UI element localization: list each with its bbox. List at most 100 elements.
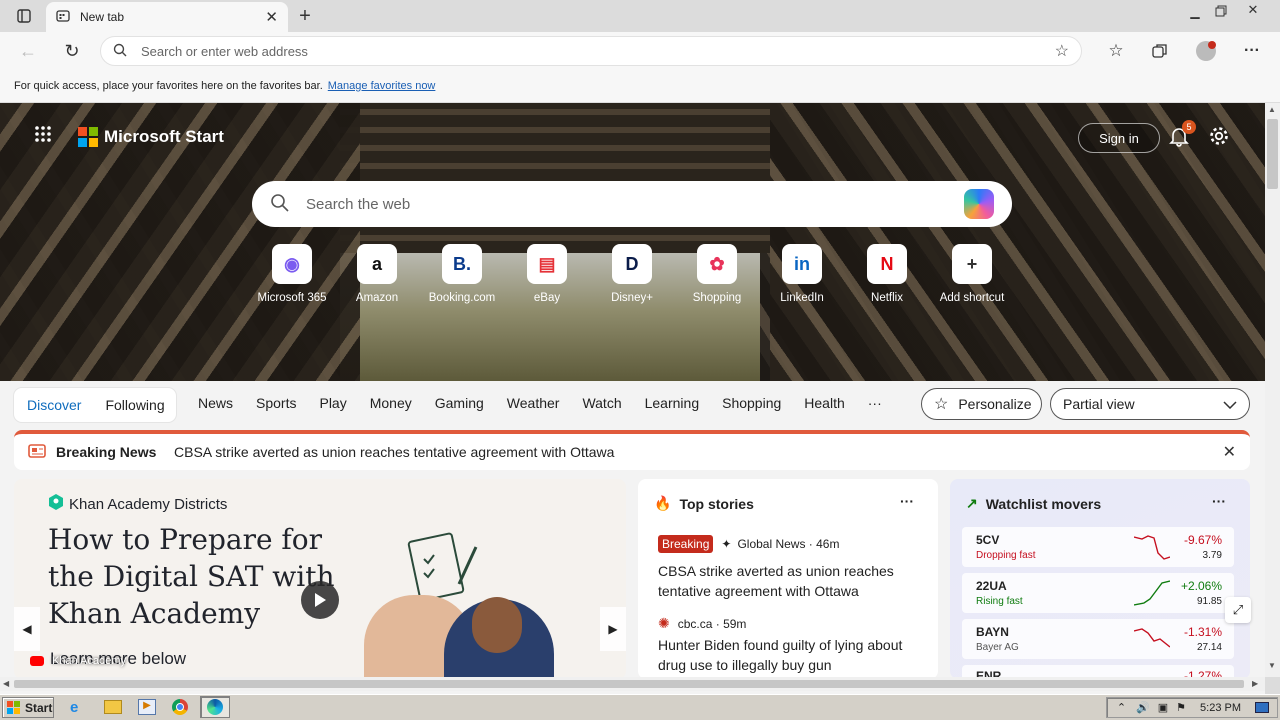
show-desktop-icon[interactable] xyxy=(1255,702,1269,713)
shortcut-booking-com[interactable]: B. Booking.com xyxy=(421,244,503,304)
close-window-icon[interactable]: ✕ xyxy=(1244,2,1262,18)
scroll-left-icon[interactable]: ◀ xyxy=(3,679,9,688)
manage-favorites-link[interactable]: Manage favorites now xyxy=(328,80,436,92)
story-meta: ✺ cbc.ca · 59m xyxy=(658,615,746,632)
address-bar[interactable]: Search or enter web address ☆ xyxy=(100,36,1082,66)
sponsored-video-card[interactable]: Khan Academy Districts How to Prepare fo… xyxy=(14,479,626,679)
carousel-prev-icon[interactable]: ◀ xyxy=(14,607,40,651)
expand-icon[interactable]: ⤢ xyxy=(1225,597,1251,623)
profile-avatar[interactable] xyxy=(1196,41,1216,61)
scroll-up-icon[interactable]: ▲ xyxy=(1268,105,1276,114)
nav-more[interactable]: ··· xyxy=(868,395,882,411)
media-player-icon[interactable]: ▶ xyxy=(138,699,156,715)
scroll-right-icon[interactable]: ▶ xyxy=(1252,679,1258,688)
tab-discover[interactable]: Discover xyxy=(27,397,81,413)
shortcut-microsoft-365[interactable]: ◉ Microsoft 365 xyxy=(251,244,333,304)
edge-icon xyxy=(207,699,223,715)
restore-icon[interactable] xyxy=(1212,3,1230,19)
breaking-news-headline[interactable]: CBSA strike averted as union reaches ten… xyxy=(174,444,1223,460)
khan-brand-name: Khan Academy Districts xyxy=(69,495,228,513)
nav-shopping[interactable]: Shopping xyxy=(722,395,781,411)
clock[interactable]: 5:23 PM xyxy=(1200,702,1241,714)
copilot-icon[interactable] xyxy=(964,189,994,219)
stock-symbol: 22UA xyxy=(976,579,1007,593)
stock-row[interactable]: BAYN Bayer AG -1.31% 27.14 xyxy=(962,619,1234,659)
file-explorer-icon[interactable] xyxy=(104,700,122,714)
story-headline[interactable]: CBSA strike averted as union reaches ten… xyxy=(658,561,928,601)
nav-watch[interactable]: Watch xyxy=(582,395,621,411)
volume-icon[interactable]: 🔊 xyxy=(1136,701,1150,714)
view-select[interactable]: Partial view xyxy=(1050,388,1250,420)
carousel-next-icon[interactable]: ▶ xyxy=(600,607,626,651)
horizontal-scrollbar[interactable]: ◀ ▶ xyxy=(0,677,1265,691)
shortcut-shopping[interactable]: ✿ Shopping xyxy=(676,244,758,304)
breaking-news-icon xyxy=(28,443,46,461)
tray-expand-icon[interactable]: ⌃ xyxy=(1117,701,1126,714)
personalize-button[interactable]: ☆ Personalize xyxy=(921,388,1042,420)
watchlist-more-icon[interactable]: ··· xyxy=(1212,493,1226,509)
stock-symbol: 5CV xyxy=(976,533,1000,547)
global-news-icon: ✦ xyxy=(721,537,732,551)
nav-health[interactable]: Health xyxy=(804,395,844,411)
top-stories-header: 🔥 Top stories xyxy=(654,495,754,512)
back-icon[interactable]: ← xyxy=(18,41,38,61)
shortcut-disney[interactable]: D Disney+ xyxy=(591,244,673,304)
edge-taskbar-button[interactable] xyxy=(200,696,230,718)
settings-gear-icon[interactable] xyxy=(1208,125,1232,149)
shortcut-netflix[interactable]: N Netflix xyxy=(846,244,928,304)
play-button-icon[interactable] xyxy=(301,581,339,619)
khan-brand: Khan Academy Districts xyxy=(48,493,227,515)
story-headline[interactable]: Hunter Biden found guilty of lying about… xyxy=(658,635,928,675)
nav-money[interactable]: Money xyxy=(370,395,412,411)
apps-grid-icon[interactable] xyxy=(34,125,52,148)
nav-gaming[interactable]: Gaming xyxy=(435,395,484,411)
stock-row[interactable]: 5CV Dropping fast -9.67% 3.79 xyxy=(962,527,1234,567)
stock-row[interactable]: 22UA Rising fast +2.06% 91.85 xyxy=(962,573,1234,613)
more-menu-icon[interactable]: ··· xyxy=(1240,41,1264,61)
action-center-flag-icon[interactable]: ⚑ xyxy=(1176,701,1186,714)
tab-title: New tab xyxy=(80,10,125,24)
shortcut-add-shortcut[interactable]: + Add shortcut xyxy=(931,244,1013,304)
collections-icon[interactable] xyxy=(1150,41,1170,61)
minimize-icon[interactable]: ▁ xyxy=(1186,4,1204,20)
windows-logo-icon xyxy=(7,700,21,715)
chrome-icon[interactable] xyxy=(172,699,188,715)
tab-actions-icon[interactable] xyxy=(14,6,34,26)
shortcut-label: LinkedIn xyxy=(780,292,824,304)
vertical-scroll-thumb[interactable] xyxy=(1267,119,1278,189)
nav-play[interactable]: Play xyxy=(319,395,346,411)
person-face xyxy=(472,597,522,653)
favorites-icon[interactable]: ☆ xyxy=(1106,41,1126,61)
breaking-news-banner[interactable]: Breaking News CBSA strike averted as uni… xyxy=(14,430,1250,470)
add-favorite-icon[interactable]: ☆ xyxy=(1055,41,1069,61)
close-icon[interactable]: ✕ xyxy=(1223,442,1236,462)
stock-change: -1.31% xyxy=(1183,625,1222,639)
shortcut-linkedin[interactable]: in LinkedIn xyxy=(761,244,843,304)
network-icon[interactable]: ▣ xyxy=(1158,701,1168,714)
start-button[interactable]: Start xyxy=(2,697,54,718)
close-tab-icon[interactable]: ✕ xyxy=(265,8,278,26)
refresh-icon[interactable]: ↻ xyxy=(62,41,82,61)
shortcut-ebay[interactable]: ▤ eBay xyxy=(506,244,588,304)
nav-news[interactable]: News xyxy=(198,395,233,411)
tab-following[interactable]: Following xyxy=(105,397,164,413)
scroll-down-icon[interactable]: ▼ xyxy=(1268,661,1276,670)
tab-new-tab[interactable]: New tab ✕ xyxy=(46,2,288,32)
web-search-box[interactable]: Search the web xyxy=(252,181,1012,227)
horizontal-scroll-thumb[interactable] xyxy=(14,680,1244,688)
shortcut-label: Netflix xyxy=(871,292,903,304)
vertical-scrollbar[interactable]: ▲ ▼ xyxy=(1265,103,1280,677)
breaking-news-label: Breaking News xyxy=(56,444,157,460)
new-tab-button[interactable]: + xyxy=(294,5,316,27)
watchlist-title: Watchlist movers xyxy=(985,495,1102,512)
brand[interactable]: Microsoft Start xyxy=(34,125,224,148)
top-stories-more-icon[interactable]: ··· xyxy=(900,493,914,509)
profile-alert-dot xyxy=(1208,41,1216,49)
sign-in-button[interactable]: Sign in xyxy=(1078,123,1160,153)
start-label: Start xyxy=(25,700,53,715)
nav-learning[interactable]: Learning xyxy=(645,395,700,411)
nav-weather[interactable]: Weather xyxy=(507,395,560,411)
ie-icon[interactable]: e xyxy=(70,699,88,716)
shortcut-amazon[interactable]: a Amazon xyxy=(336,244,418,304)
nav-sports[interactable]: Sports xyxy=(256,395,296,411)
